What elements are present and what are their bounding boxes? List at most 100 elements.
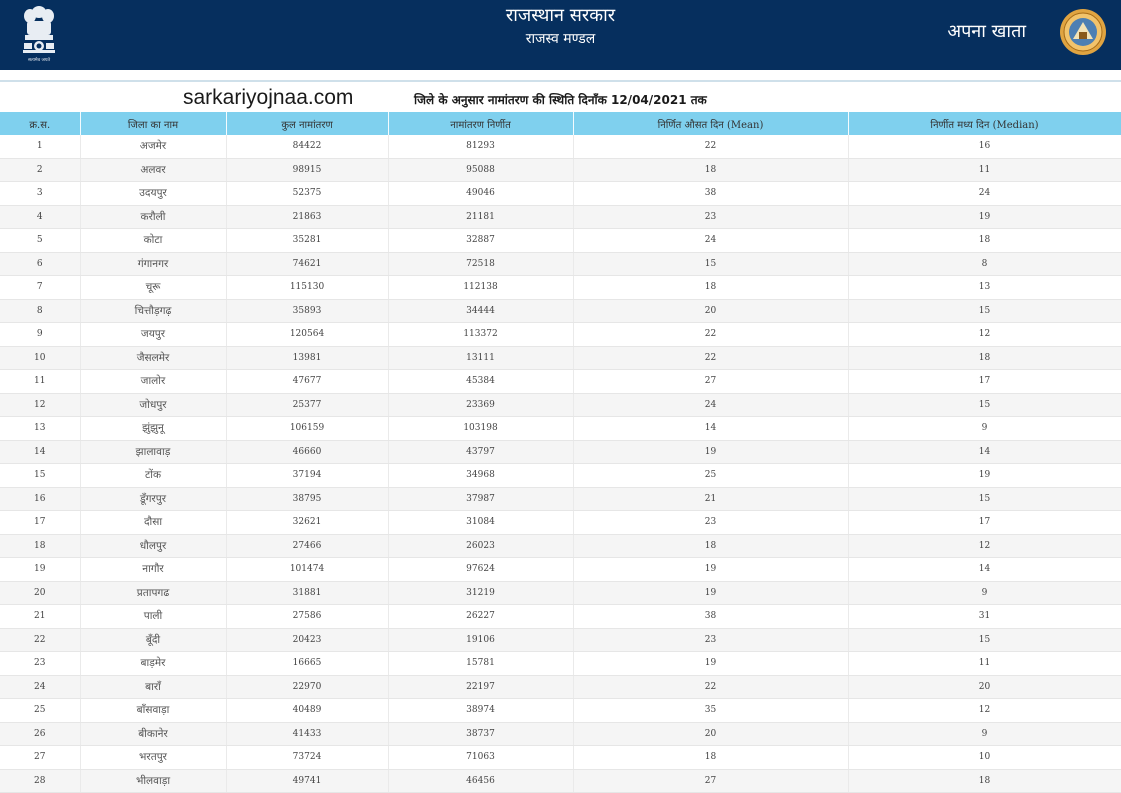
table-row: 17 दौसा 32621 31084 23 17 xyxy=(0,510,1121,535)
site-header: सत्यमेव जयते राजस्थान सरकार राजस्व मण्डल… xyxy=(0,0,1121,70)
cell-median-days: 9 xyxy=(848,416,1121,441)
cell-median-days: 16 xyxy=(848,135,1121,159)
cell-decided: 97624 xyxy=(388,557,574,582)
cell-district: झालावाड़ xyxy=(80,440,227,464)
cell-total: 16665 xyxy=(226,651,389,676)
cell-decided: 31219 xyxy=(388,581,574,605)
cell-district: अजमेर xyxy=(80,135,227,159)
table-row: 2 अलवर 98915 95088 18 11 xyxy=(0,158,1121,182)
cell-decided: 37987 xyxy=(388,487,574,511)
col-total-header: कुल नामांतरण xyxy=(226,112,389,135)
cell-decided: 95088 xyxy=(388,158,574,182)
cell-median-days: 15 xyxy=(848,628,1121,652)
cell-median-days: 12 xyxy=(848,322,1121,347)
cell-total: 46660 xyxy=(226,440,389,464)
cell-district: उदयपुर xyxy=(80,181,227,206)
cell-mean-days: 19 xyxy=(573,440,849,464)
table-row: 25 बाँसवाड़ा 40489 38974 35 12 xyxy=(0,698,1121,723)
cell-total: 31881 xyxy=(226,581,389,605)
cell-mean-days: 14 xyxy=(573,416,849,441)
cell-total: 35281 xyxy=(226,228,389,253)
cell-median-days: 10 xyxy=(848,745,1121,770)
col-median-days-header: निर्णीत मध्य दिन (Median) xyxy=(848,112,1121,135)
cell-mean-days: 24 xyxy=(573,393,849,417)
cell-mean-days: 20 xyxy=(573,722,849,746)
cell-serial: 9 xyxy=(0,322,81,347)
cell-serial: 8 xyxy=(0,299,81,323)
cell-serial: 3 xyxy=(0,181,81,206)
mutation-status-table: क्र.स. जिला का नाम कुल नामांतरण नामांतरण… xyxy=(0,112,1121,793)
table-row: 23 बाड़मेर 16665 15781 19 11 xyxy=(0,651,1121,676)
cell-district: बीकानेर xyxy=(80,722,227,746)
cell-district: अलवर xyxy=(80,158,227,182)
cell-median-days: 14 xyxy=(848,557,1121,582)
cell-mean-days: 18 xyxy=(573,275,849,300)
col-mean-days-header: निर्णित औसत दिन (Mean) xyxy=(573,112,849,135)
cell-serial: 14 xyxy=(0,440,81,464)
cell-median-days: 14 xyxy=(848,440,1121,464)
cell-serial: 11 xyxy=(0,369,81,394)
cell-district: दौसा xyxy=(80,510,227,535)
cell-serial: 17 xyxy=(0,510,81,535)
cell-mean-days: 24 xyxy=(573,228,849,253)
cell-decided: 72518 xyxy=(388,252,574,276)
cell-serial: 4 xyxy=(0,205,81,229)
cell-mean-days: 22 xyxy=(573,135,849,159)
cell-mean-days: 15 xyxy=(573,252,849,276)
cell-median-days: 9 xyxy=(848,581,1121,605)
cell-district: जैसलमेर xyxy=(80,346,227,370)
col-decided-header: नामांतरण निर्णीत xyxy=(388,112,574,135)
cell-total: 106159 xyxy=(226,416,389,441)
cell-total: 47677 xyxy=(226,369,389,394)
cell-total: 52375 xyxy=(226,181,389,206)
table-row: 16 डूँगरपुर 38795 37987 21 15 xyxy=(0,487,1121,511)
emblem-motto: सत्यमेव जयते xyxy=(27,58,51,63)
cell-total: 27466 xyxy=(226,534,389,558)
cell-total: 20423 xyxy=(226,628,389,652)
cell-decided: 22197 xyxy=(388,675,574,699)
cell-serial: 26 xyxy=(0,722,81,746)
cell-total: 84422 xyxy=(226,135,389,159)
cell-decided: 45384 xyxy=(388,369,574,394)
cell-mean-days: 18 xyxy=(573,745,849,770)
table-row: 1 अजमेर 84422 81293 22 16 xyxy=(0,135,1121,159)
cell-median-days: 18 xyxy=(848,228,1121,253)
cell-median-days: 19 xyxy=(848,463,1121,488)
cell-decided: 32887 xyxy=(388,228,574,253)
cell-serial: 2 xyxy=(0,158,81,182)
table-row: 7 चूरू 115130 112138 18 13 xyxy=(0,275,1121,300)
cell-district: जयपुर xyxy=(80,322,227,347)
cell-decided: 113372 xyxy=(388,322,574,347)
table-row: 26 बीकानेर 41433 38737 20 9 xyxy=(0,722,1121,746)
cell-serial: 13 xyxy=(0,416,81,441)
cell-district: भरतपुर xyxy=(80,745,227,770)
cell-mean-days: 19 xyxy=(573,581,849,605)
apna-khata-brand[interactable]: अपना खाता xyxy=(947,19,1026,43)
cell-median-days: 18 xyxy=(848,346,1121,370)
cell-mean-days: 23 xyxy=(573,205,849,229)
cell-total: 21863 xyxy=(226,205,389,229)
table-row: 12 जोधपुर 25377 23369 24 15 xyxy=(0,393,1121,417)
cell-district: बाड़मेर xyxy=(80,651,227,676)
cell-mean-days: 19 xyxy=(573,651,849,676)
table-row: 9 जयपुर 120564 113372 22 12 xyxy=(0,322,1121,347)
report-caption: जिले के अनुसार नामांतरण की स्थिति दिनाँक… xyxy=(414,93,707,107)
cell-mean-days: 18 xyxy=(573,158,849,182)
cell-median-days: 9 xyxy=(848,722,1121,746)
cell-serial: 23 xyxy=(0,651,81,676)
cell-median-days: 15 xyxy=(848,393,1121,417)
cell-total: 115130 xyxy=(226,275,389,300)
cell-total: 101474 xyxy=(226,557,389,582)
table-row: 15 टोंक 37194 34968 25 19 xyxy=(0,463,1121,488)
cell-decided: 71063 xyxy=(388,745,574,770)
cell-decided: 15781 xyxy=(388,651,574,676)
cell-district: डूँगरपुर xyxy=(80,487,227,511)
cell-district: पाली xyxy=(80,604,227,629)
cell-district: जालोर xyxy=(80,369,227,394)
cell-decided: 21181 xyxy=(388,205,574,229)
table-row: 21 पाली 27586 26227 38 31 xyxy=(0,604,1121,629)
table-row: 19 नागौर 101474 97624 19 14 xyxy=(0,557,1121,582)
cell-median-days: 31 xyxy=(848,604,1121,629)
cell-total: 73724 xyxy=(226,745,389,770)
cell-decided: 26023 xyxy=(388,534,574,558)
